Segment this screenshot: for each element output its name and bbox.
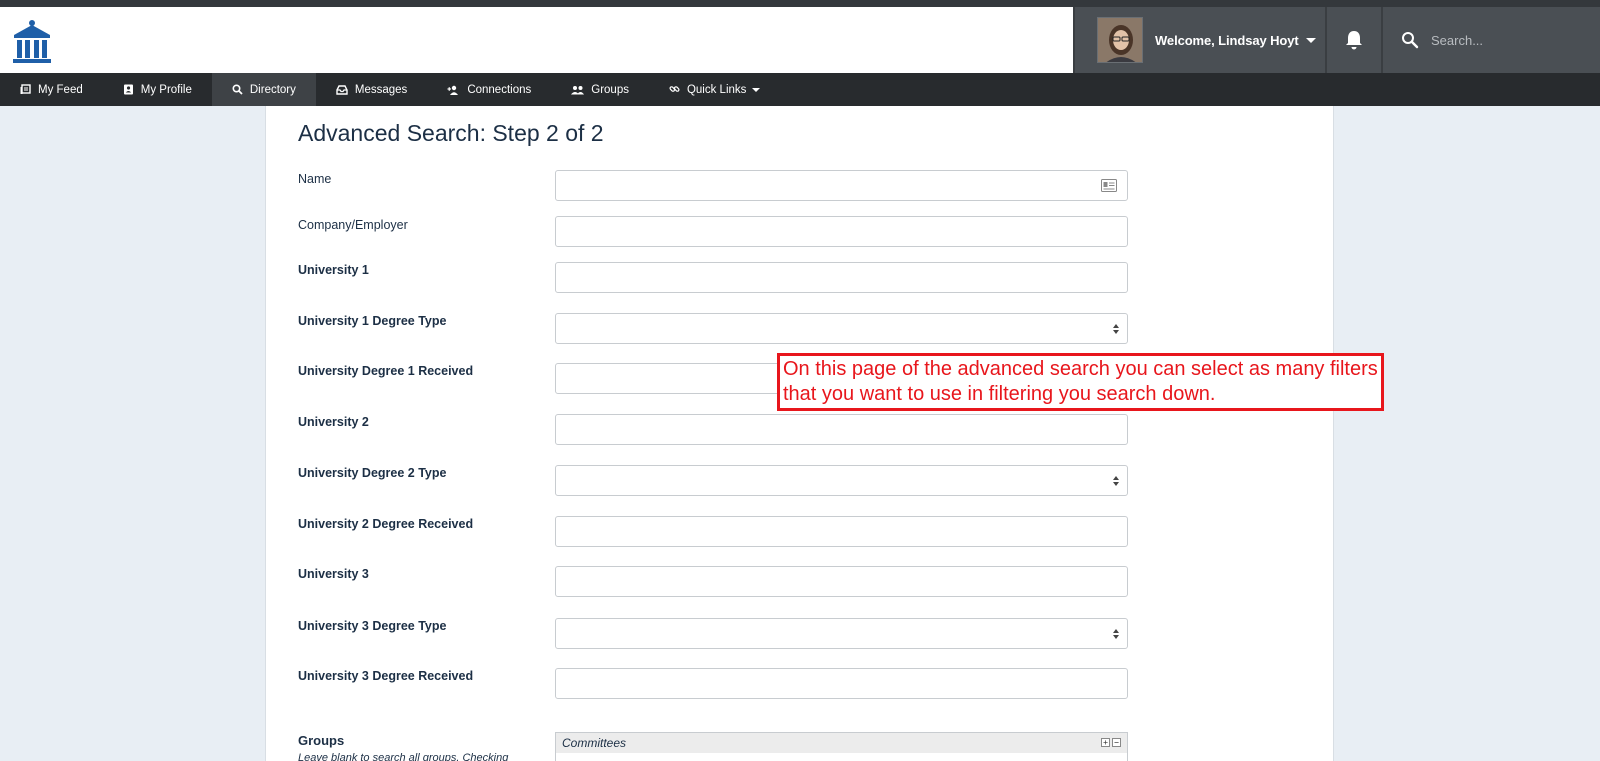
groups-label: Groups <box>298 733 345 748</box>
notifications-button[interactable] <box>1325 7 1383 73</box>
chevron-down-icon <box>1305 38 1316 43</box>
company-employer-field[interactable] <box>555 216 1128 247</box>
avatar <box>1097 17 1143 63</box>
university-2-degree-received-label: University 2 Degree Received <box>298 517 474 531</box>
search-icon <box>1402 32 1419 49</box>
select-arrows-icon <box>1113 629 1119 639</box>
university-1-label: University 1 <box>298 263 369 277</box>
university-1-degree-type-select[interactable] <box>555 313 1128 344</box>
nav-label: Groups <box>591 83 629 96</box>
university-2-label: University 2 <box>298 415 369 429</box>
university-3-field[interactable] <box>555 566 1128 597</box>
university-3-degree-received-input[interactable] <box>556 669 1127 698</box>
contact-card-icon[interactable] <box>1101 179 1117 192</box>
bell-icon <box>1346 31 1362 50</box>
institution-icon[interactable] <box>12 19 52 65</box>
link-icon <box>669 86 680 92</box>
nav-directory[interactable]: Directory <box>211 73 316 106</box>
university-3-degree-type-select[interactable] <box>555 618 1128 649</box>
university-2-degree-received-field[interactable] <box>555 516 1128 547</box>
university-2-input[interactable] <box>556 415 1127 444</box>
expand-all-icon[interactable]: + <box>1101 738 1110 747</box>
header-search <box>1383 7 1600 73</box>
university-3-label: University 3 <box>298 567 369 581</box>
nav-label: Connections <box>467 83 532 96</box>
university-3-degree-received-field[interactable] <box>555 668 1128 699</box>
groups-help-text: Leave blank to search all groups. Checki… <box>298 752 509 761</box>
annotation-callout: On this page of the advanced search you … <box>777 353 1384 411</box>
university-3-degree-type-label: University 3 Degree Type <box>298 619 447 633</box>
groups-icon <box>571 85 585 94</box>
tree-node-committees[interactable]: Committees + − <box>556 733 1127 753</box>
nav-messages[interactable]: Messages <box>316 73 427 106</box>
university-2-field[interactable] <box>555 414 1128 445</box>
user-toolbar: Welcome, Lindsay Hoyt <box>1073 7 1600 73</box>
nav-label: Directory <box>249 83 296 96</box>
nav-label: My Profile <box>140 83 192 96</box>
top-strip <box>0 0 1600 7</box>
tree-node-label: Committees <box>562 736 627 750</box>
inbox-icon <box>336 84 348 95</box>
company-employer-input[interactable] <box>556 217 1127 246</box>
name-label: Name <box>298 172 332 186</box>
page-title: Advanced Search: Step 2 of 2 <box>298 120 604 146</box>
nav-quick-links[interactable]: Quick Links <box>649 73 780 106</box>
groups-tree: Committees + − <box>555 732 1128 761</box>
collapse-all-icon[interactable]: − <box>1112 738 1121 747</box>
newspaper-icon <box>20 84 31 94</box>
nav-label: Messages <box>354 83 408 96</box>
welcome-text: Welcome, Lindsay Hoyt <box>1155 32 1299 48</box>
nav-my-profile[interactable]: My Profile <box>103 73 212 106</box>
nav-connections[interactable]: Connections <box>427 73 551 106</box>
university-degree-2-type-label: University Degree 2 Type <box>298 466 447 480</box>
nav-my-feed[interactable]: My Feed <box>0 73 103 106</box>
main-nav: My Feed My Profile Directory Messages Co… <box>0 73 1600 106</box>
university-1-degree-type-label: University 1 Degree Type <box>298 314 447 328</box>
university-3-degree-received-label: University 3 Degree Received <box>298 669 474 683</box>
university-1-input[interactable] <box>556 263 1127 292</box>
select-arrows-icon <box>1113 324 1119 334</box>
name-input[interactable] <box>556 171 1127 200</box>
profile-icon <box>123 84 133 95</box>
university-degree-2-type-select[interactable] <box>555 465 1128 496</box>
nav-label: Quick Links <box>686 83 747 96</box>
select-arrows-icon <box>1113 476 1119 486</box>
connections-icon <box>447 85 459 95</box>
university-1-field[interactable] <box>555 262 1128 293</box>
nav-label: My Feed <box>38 83 83 96</box>
user-menu[interactable]: Welcome, Lindsay Hoyt <box>1075 7 1325 73</box>
name-field[interactable] <box>555 170 1128 201</box>
search-input[interactable] <box>1431 32 1581 48</box>
university-degree-1-received-label: University Degree 1 Received <box>298 364 474 378</box>
university-2-degree-received-input[interactable] <box>556 517 1127 546</box>
university-3-input[interactable] <box>556 567 1127 596</box>
search-icon <box>232 84 243 95</box>
chevron-down-icon <box>752 87 761 92</box>
company-employer-label: Company/Employer <box>298 218 408 232</box>
nav-groups[interactable]: Groups <box>551 73 649 106</box>
